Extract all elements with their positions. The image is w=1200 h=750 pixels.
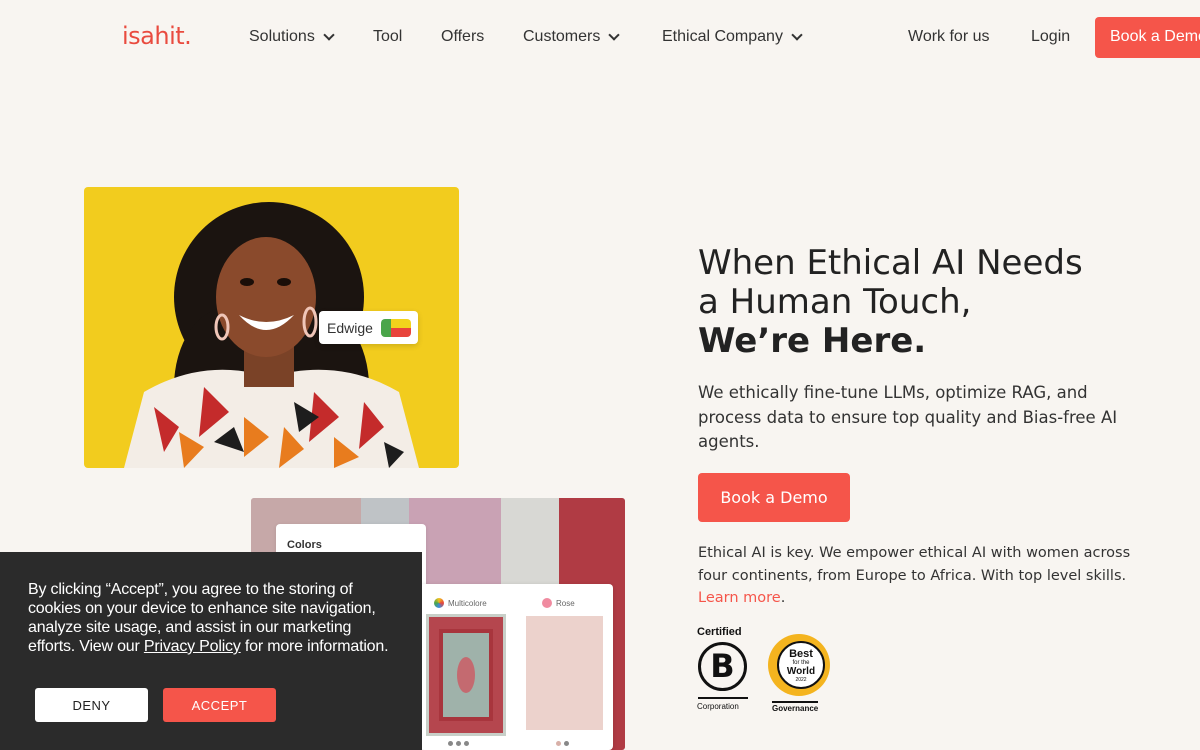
nav-ethical-company[interactable]: Ethical Company [662,28,803,46]
hero-headline: When Ethical AI Needs a Human Touch, We’… [698,244,1138,361]
hero-book-demo-button[interactable]: Book a Demo [698,473,850,522]
chevron-down-icon [608,28,621,41]
bcorp-corporation-label: Corporation [697,702,739,711]
award-seal-icon: Best for the World 2022 [768,634,830,696]
cookie-deny-button[interactable]: DENY [35,688,148,722]
top-nav: isahit. Solutions Tool Offers Customers … [0,0,1200,75]
learn-more-link[interactable]: Learn more [698,590,781,606]
name-tag-edwige: Edwige [319,311,418,344]
nav-work-for-us[interactable]: Work for us [908,28,990,46]
privacy-policy-link[interactable]: Privacy Policy [144,638,241,655]
bcorp-certified-label: Certified [697,626,742,638]
rose-dot-icon [542,598,552,608]
nav-login[interactable]: Login [1031,28,1070,46]
pager-dots [556,741,569,746]
governance-label: Governance [772,701,819,713]
body-period: . [780,590,786,606]
b-corp-logo-icon: B [698,642,747,691]
colors-panel-title: Colors [287,539,322,551]
best-for-the-world-badge: Best for the World 2022 Governance [766,634,832,714]
benin-flag-icon [380,318,411,337]
body-text: Ethical AI is key. We empower ethical AI… [698,545,1131,584]
hero-body-copy: Ethical AI is key. We empower ethical AI… [698,542,1138,610]
headline-bold: We’re Here. [698,321,927,361]
nav-offers-label: Offers [441,28,485,45]
swatch-multicolore: Multicolore [434,598,487,608]
headline-line-1: When Ethical AI Needs [698,243,1083,283]
chevron-down-icon [323,28,335,41]
nav-ethical-company-label: Ethical Company [662,28,783,45]
rug-swatch-panel: Multicolore Rose [420,584,613,750]
nav-customers[interactable]: Customers [523,28,621,46]
nav-book-demo-button[interactable]: Book a Demo [1095,17,1200,58]
chevron-down-icon [791,28,803,41]
nav-tool-label: Tool [373,28,403,45]
headline-line-2: a Human Touch, [698,282,972,322]
nav-login-label: Login [1031,28,1071,45]
pager-dots [448,741,469,746]
b-corp-badge: Certified B Corporation [697,626,751,714]
hero-subcopy: We ethically fine-tune LLMs, optimize RA… [698,383,1118,451]
name-tag-label: Edwige [327,319,373,336]
nav-customers-label: Customers [523,28,601,45]
rug-image-rose [526,616,603,730]
nav-solutions-label: Solutions [249,28,315,45]
cookie-consent-banner: By clicking “Accept”, you agree to the s… [0,552,422,750]
cookie-consent-text: By clicking “Accept”, you agree to the s… [28,581,389,655]
multicolor-dot-icon [434,598,444,608]
cookie-accept-button[interactable]: ACCEPT [163,688,276,722]
rug-image-multicolor [426,614,506,736]
nav-solutions[interactable]: Solutions [249,28,335,46]
swatch-rose: Rose [542,598,575,608]
nav-work-for-us-label: Work for us [908,28,990,45]
isahit-logo[interactable]: isahit. [122,22,192,50]
nav-offers[interactable]: Offers [441,28,484,46]
nav-tool[interactable]: Tool [373,28,402,46]
